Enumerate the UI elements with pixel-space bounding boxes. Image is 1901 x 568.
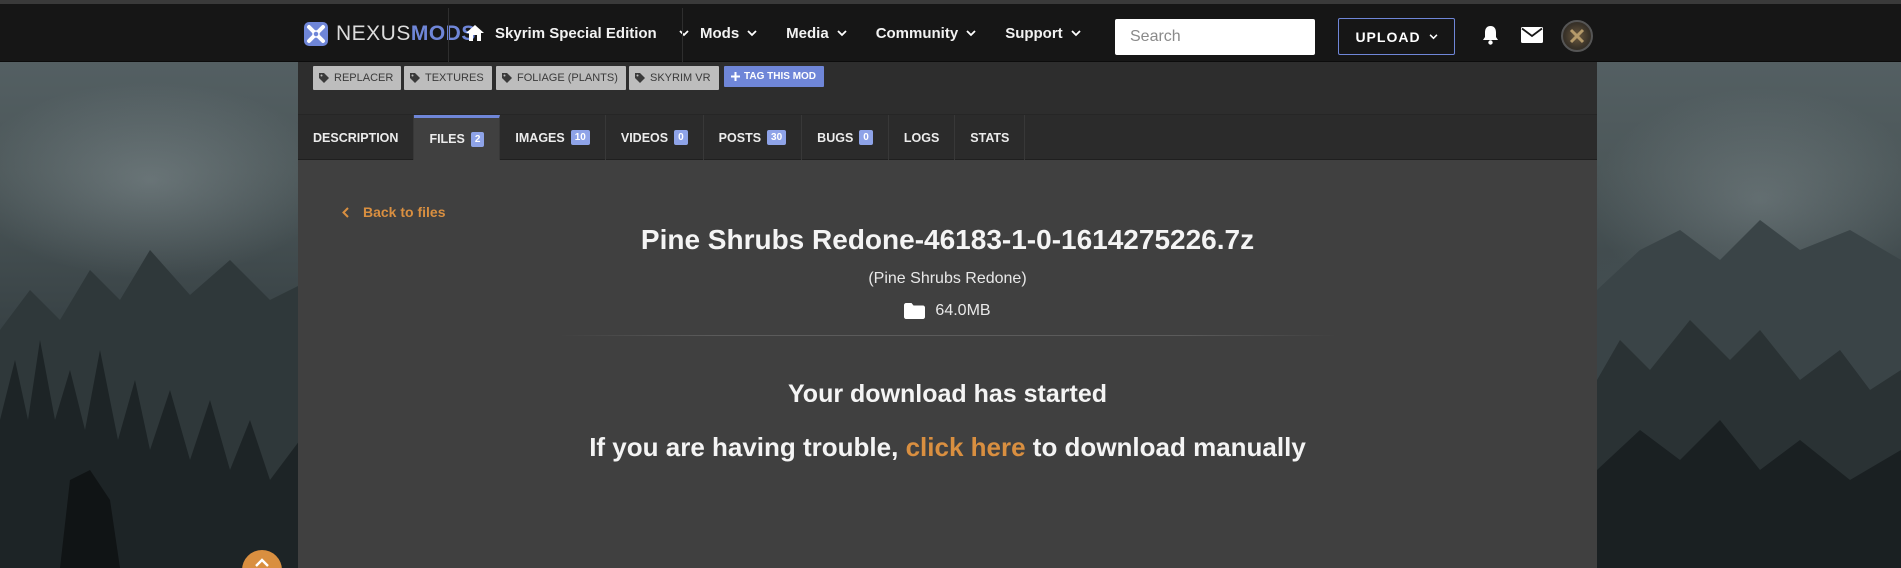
tag-this-mod-button[interactable]: TAG THIS MOD: [724, 66, 825, 87]
avatar-image: [1569, 28, 1585, 44]
tag-icon: [319, 73, 329, 83]
chevron-down-icon: [1429, 33, 1438, 39]
tab-count-badge: 10: [570, 130, 590, 145]
tab-bugs[interactable]: BUGS 0: [802, 115, 889, 160]
logo-prefix: NEXUS: [336, 22, 411, 45]
menu-support[interactable]: Support: [1005, 25, 1081, 42]
mod-tabs: DESCRIPTION FILES 2 IMAGES 10 VIDEOS 0 P…: [298, 115, 1597, 160]
nav-divider: [682, 8, 683, 62]
tag-chip[interactable]: REPLACER: [313, 66, 402, 90]
tab-label: FILES: [429, 132, 465, 146]
tab-count-badge: 2: [470, 131, 485, 147]
tab-count-badge: 0: [859, 130, 873, 145]
tag-label: REPLACER: [334, 72, 394, 84]
mod-name-subtitle: (Pine Shrubs Redone): [868, 270, 1027, 287]
tag-icon: [410, 73, 420, 83]
tab-label: POSTS: [718, 130, 762, 145]
menu-media-label: Media: [786, 24, 829, 42]
tab-label: IMAGES: [515, 130, 565, 145]
manual-download-message: If you are having trouble, click here to…: [298, 432, 1597, 463]
chevron-left-icon: [342, 206, 349, 218]
nexus-logo-icon: [304, 22, 328, 46]
tab-videos[interactable]: VIDEOS 0: [606, 115, 704, 160]
home-icon: [466, 25, 484, 41]
tab-description[interactable]: DESCRIPTION: [298, 115, 415, 160]
tag-icon: [635, 73, 645, 83]
chevron-up-icon: [255, 558, 269, 567]
nexusmods-logo[interactable]: NEXUSMODS: [302, 18, 476, 50]
game-label: Skyrim Special Edition: [495, 24, 657, 42]
tab-count-badge: 30: [767, 130, 787, 145]
chevron-down-icon: [679, 29, 689, 36]
manual-download-link[interactable]: click here: [906, 432, 1026, 462]
mail-icon[interactable]: [1521, 27, 1543, 43]
tag-chip[interactable]: TEXTURES: [404, 66, 492, 90]
folder-icon: [904, 303, 926, 319]
tag-chip[interactable]: FOLIAGE (PLANTS): [496, 66, 626, 90]
section-divider: [558, 335, 1338, 336]
file-size-row: 64.0MB: [298, 302, 1597, 320]
tab-label: LOGS: [903, 130, 940, 145]
menu-mods-label: Mods: [700, 24, 740, 42]
tag-icon: [502, 73, 512, 83]
chevron-down-icon: [1071, 29, 1081, 36]
nav-divider: [448, 8, 449, 62]
chevron-down-icon: [747, 29, 757, 36]
file-size-value: 64.0MB: [935, 302, 991, 319]
back-to-files-link[interactable]: Back to files: [342, 204, 445, 220]
menu-media[interactable]: Media: [786, 25, 847, 42]
trouble-prefix-text: If you are having trouble,: [589, 432, 906, 462]
logo-wordmark: NEXUSMODS: [336, 22, 476, 46]
mod-page-panel: REPLACER TEXTURES FOLIAGE (PLANTS) SKYRI…: [298, 62, 1597, 568]
tab-label: DESCRIPTION: [313, 130, 399, 145]
user-avatar[interactable]: [1561, 20, 1593, 52]
bell-icon[interactable]: [1481, 25, 1500, 46]
tab-stats[interactable]: STATS: [955, 115, 1026, 160]
search-input[interactable]: [1130, 28, 1337, 46]
tab-label: STATS: [970, 130, 1010, 145]
tag-this-mod-label: TAG THIS MOD: [744, 71, 817, 82]
tab-label: BUGS: [817, 130, 854, 145]
main-menu: Mods Media Community Support: [700, 4, 1110, 62]
game-selector[interactable]: Skyrim Special Edition: [465, 4, 689, 62]
plus-icon: [731, 72, 740, 81]
upload-label: UPLOAD: [1355, 28, 1421, 45]
search-box: [1115, 19, 1337, 55]
tab-files[interactable]: FILES 2: [414, 115, 501, 160]
upload-button[interactable]: UPLOAD: [1338, 18, 1455, 55]
chevron-down-icon: [837, 29, 847, 36]
tag-label: TEXTURES: [425, 72, 484, 84]
back-to-files-label: Back to files: [363, 204, 446, 220]
tab-posts[interactable]: POSTS 30: [704, 115, 803, 160]
menu-community-label: Community: [875, 24, 959, 42]
tag-label: SKYRIM VR: [650, 72, 711, 84]
tab-count-badge: 0: [674, 130, 688, 145]
file-name-heading: Pine Shrubs Redone-46183-1-0-1614275226.…: [640, 224, 1255, 255]
menu-mods[interactable]: Mods: [700, 25, 757, 42]
tab-images[interactable]: IMAGES 10: [500, 115, 606, 160]
menu-community[interactable]: Community: [876, 25, 977, 42]
menu-support-label: Support: [1005, 24, 1063, 42]
tag-chip[interactable]: SKYRIM VR: [629, 66, 719, 90]
trouble-suffix-text: to download manually: [1025, 432, 1306, 462]
tab-logs[interactable]: LOGS: [889, 115, 956, 160]
chevron-down-icon: [966, 29, 976, 36]
tab-label: VIDEOS: [620, 130, 669, 145]
tags-row: REPLACER TEXTURES FOLIAGE (PLANTS) SKYRI…: [298, 62, 1597, 115]
download-started-message: Your download has started: [787, 380, 1108, 408]
top-navigation: NEXUSMODS Skyrim Special Edition Mods Me…: [0, 0, 1901, 62]
tag-label: FOLIAGE (PLANTS): [517, 72, 618, 84]
